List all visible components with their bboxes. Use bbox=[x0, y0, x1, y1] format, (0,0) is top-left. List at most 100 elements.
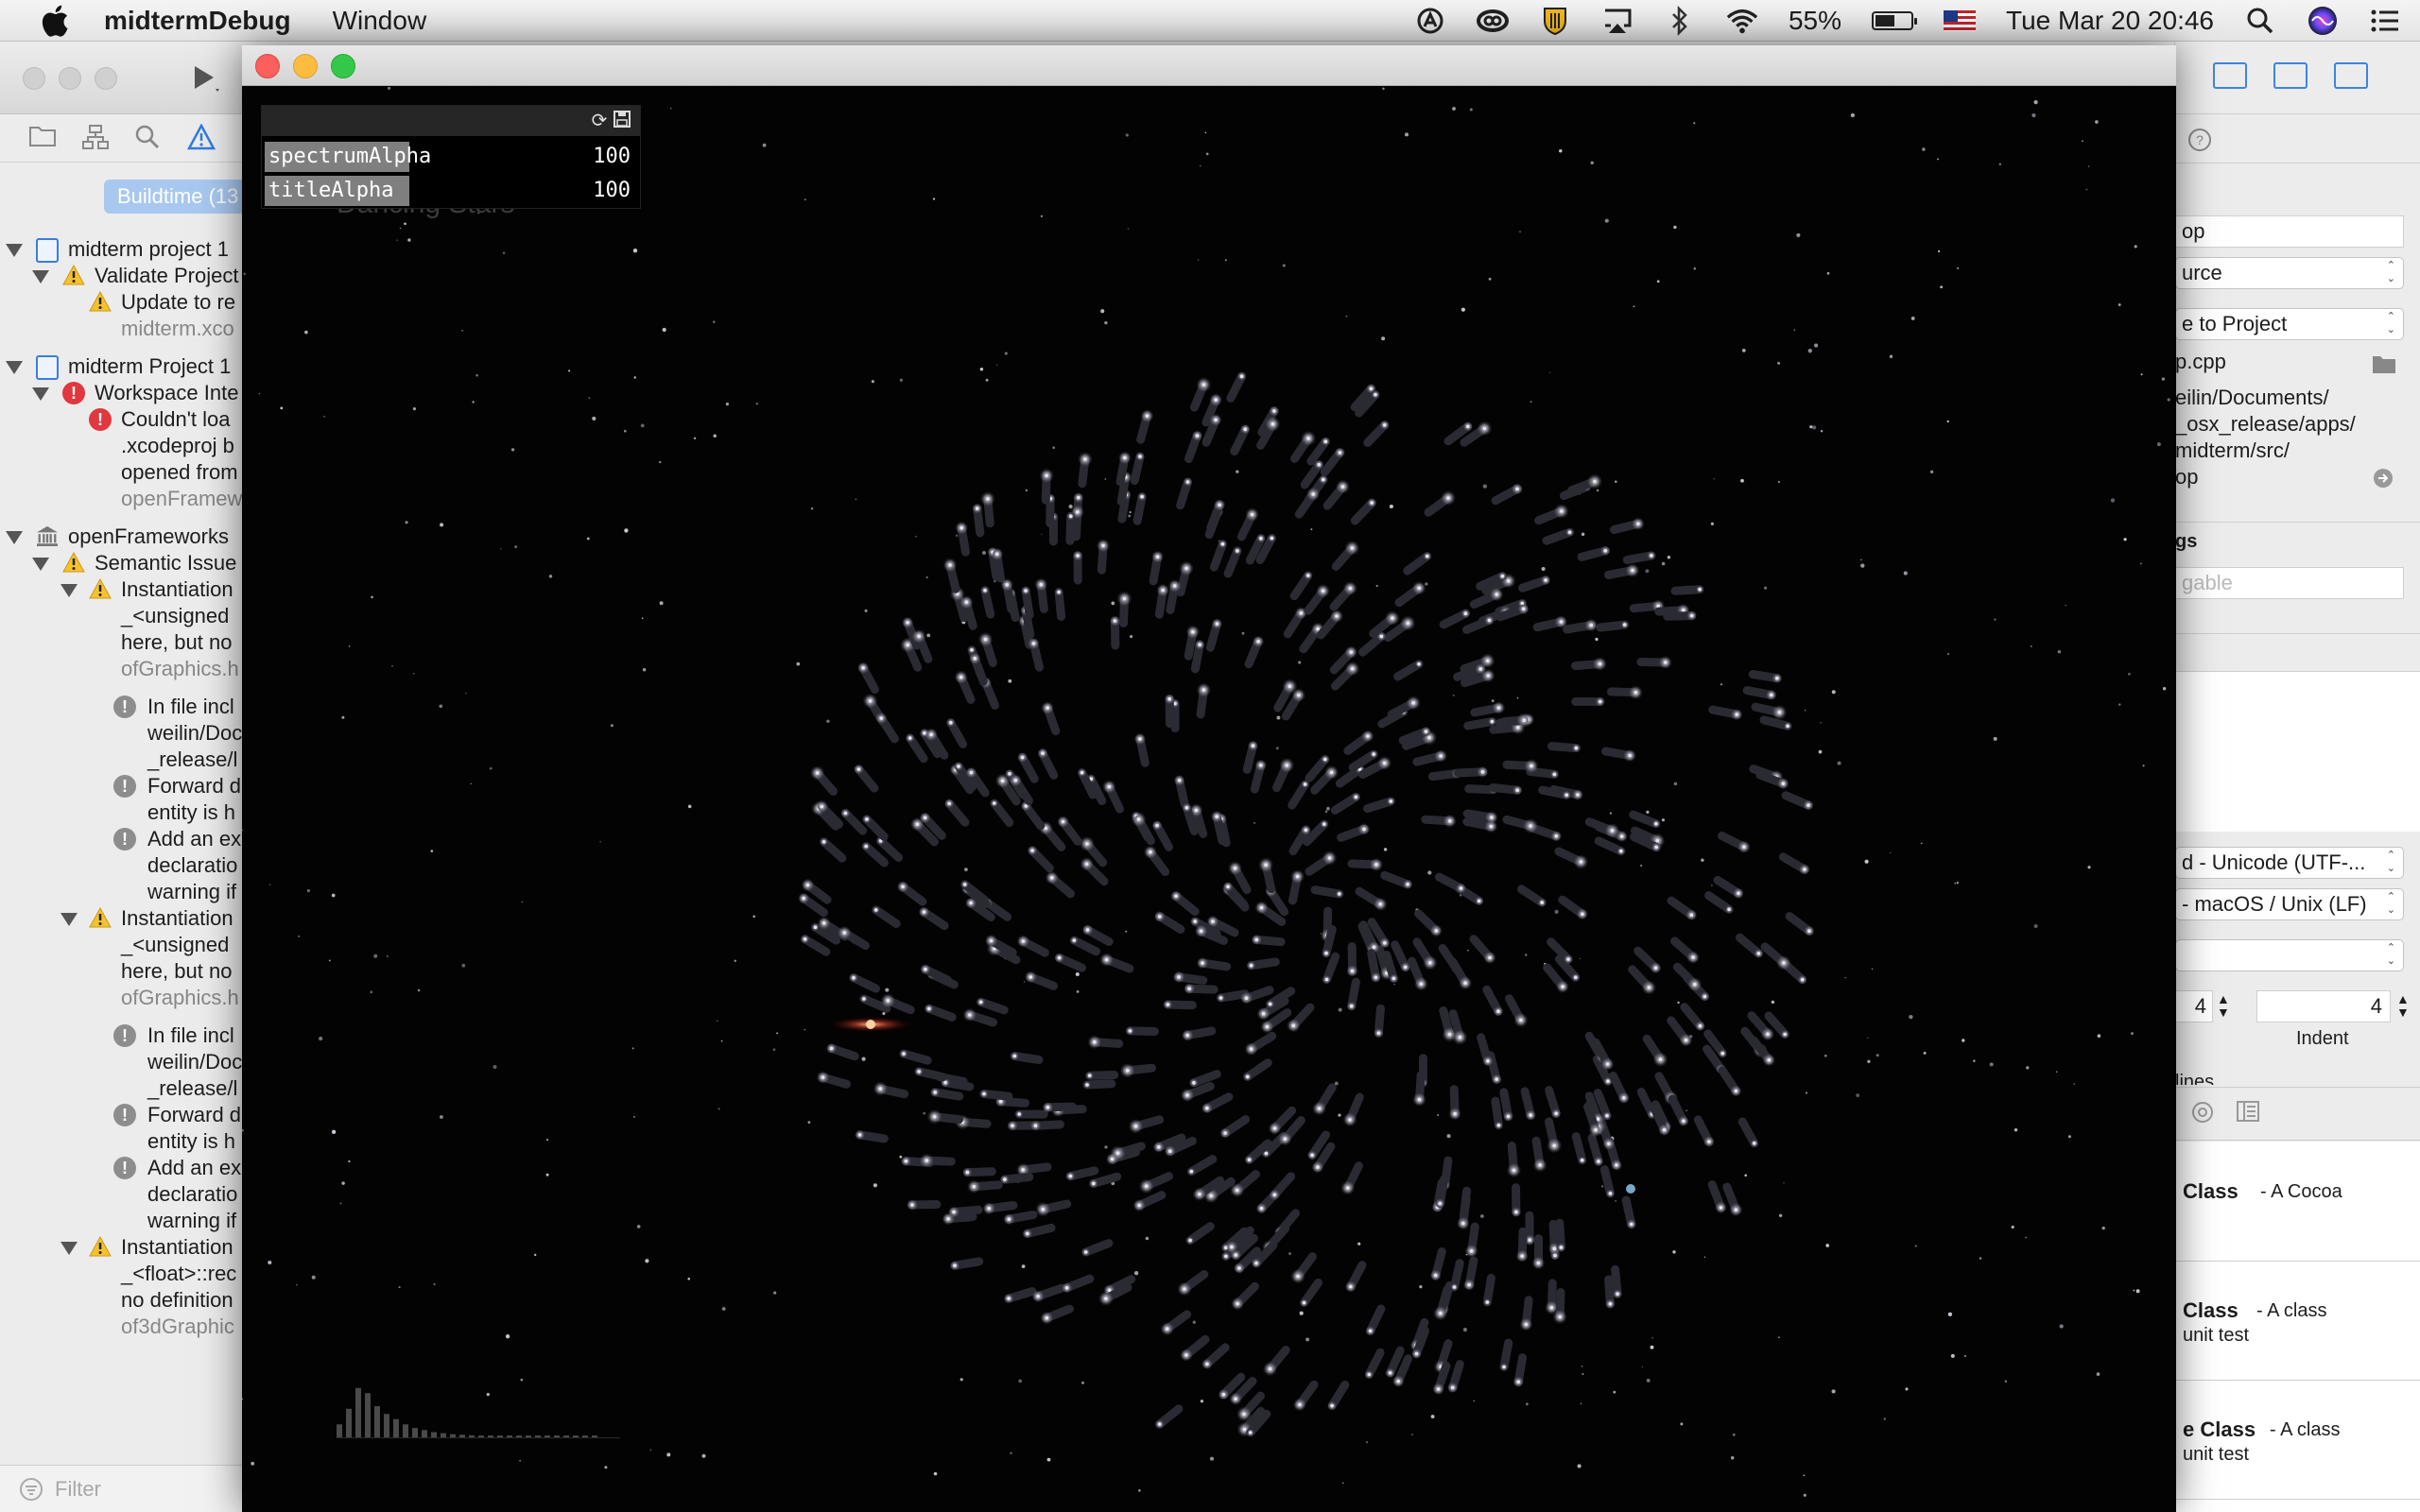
issue-row-text[interactable]: In file incl bbox=[147, 1022, 234, 1049]
indent-width-stepper[interactable]: ▲ ▼ bbox=[2396, 992, 2410, 1019]
reveal-folder-icon[interactable] bbox=[2372, 353, 2396, 374]
issue-row-text[interactable]: entity is h bbox=[147, 799, 235, 826]
issue-row-text[interactable]: _release/l bbox=[147, 747, 237, 773]
issue-row-text[interactable]: entity is h bbox=[147, 1128, 235, 1155]
xcode-close-button[interactable] bbox=[23, 67, 45, 90]
help-icon[interactable]: ? bbox=[2187, 127, 2213, 153]
issue-row-text[interactable]: Semantic Issue bbox=[95, 550, 236, 576]
template-name[interactable]: Class bbox=[2183, 1298, 2238, 1323]
issue-row-text[interactable]: midterm.xco bbox=[121, 316, 234, 342]
issue-row-text[interactable]: _<float>::rec bbox=[121, 1261, 236, 1287]
issue-row-text[interactable]: In file incl bbox=[147, 694, 234, 720]
battery-icon[interactable] bbox=[1872, 11, 1918, 30]
close-button[interactable] bbox=[255, 54, 280, 78]
media-library-icon[interactable] bbox=[2236, 1100, 2260, 1123]
hierarchy-icon[interactable] bbox=[81, 124, 110, 152]
norton-icon[interactable] bbox=[1539, 5, 1571, 37]
issue-row-text[interactable]: declaratio bbox=[147, 1181, 237, 1208]
arrow-circle-icon[interactable] bbox=[2372, 467, 2394, 490]
disclosure-triangle[interactable] bbox=[60, 913, 78, 926]
wifi-icon[interactable] bbox=[1726, 5, 1758, 37]
issue-row-text[interactable]: Forward d bbox=[147, 1102, 241, 1128]
issue-row-text[interactable]: no definition bbox=[121, 1287, 233, 1314]
buildtime-filter-tab[interactable]: Buildtime (13 bbox=[104, 180, 246, 214]
typing-icon[interactable] bbox=[1414, 5, 1446, 37]
issue-row-text[interactable]: Add an ex bbox=[147, 826, 241, 852]
template-name[interactable]: e Class bbox=[2183, 1418, 2256, 1442]
issue-row-text[interactable]: warning if bbox=[147, 1208, 236, 1234]
disclosure-triangle[interactable] bbox=[32, 558, 49, 571]
issue-row-text[interactable]: _release/l bbox=[147, 1075, 237, 1102]
slider-title-alpha[interactable]: titleAlpha 100 bbox=[265, 176, 636, 206]
zoom-button[interactable] bbox=[331, 54, 355, 78]
issue-row-text[interactable]: midterm project 1 bbox=[68, 236, 229, 263]
xcode-minimize-button[interactable] bbox=[59, 67, 81, 90]
navigator-filter[interactable]: Filter bbox=[0, 1465, 242, 1512]
tags-field[interactable]: gable bbox=[2175, 567, 2404, 599]
folder-icon[interactable] bbox=[28, 124, 57, 152]
issue-row-text[interactable]: .xcodeproj b bbox=[121, 433, 234, 459]
navigator-toggle-icon[interactable] bbox=[2213, 62, 2247, 89]
issue-row-text[interactable]: Add an ex bbox=[147, 1155, 241, 1181]
us-flag-icon[interactable] bbox=[1944, 10, 1977, 31]
issue-row-text[interactable]: Update to re bbox=[121, 289, 235, 316]
app-name-menu[interactable]: midtermDebug bbox=[104, 6, 291, 36]
spotlight-icon[interactable] bbox=[2244, 5, 2276, 37]
issue-row-text[interactable]: openFramew bbox=[121, 486, 242, 512]
minimize-button[interactable] bbox=[293, 54, 318, 78]
issue-row-text[interactable]: openFrameworks bbox=[68, 524, 229, 550]
of-canvas[interactable]: Dancing Stars ⟳ spectrumAlpha 100 titleA… bbox=[242, 86, 2176, 1512]
issue-row-text[interactable]: declaratio bbox=[147, 852, 237, 879]
run-button[interactable] bbox=[185, 60, 223, 94]
gui-header[interactable]: ⟳ bbox=[262, 106, 640, 136]
indent-using-popup[interactable] bbox=[2175, 939, 2404, 971]
notification-center-icon[interactable] bbox=[2369, 5, 2401, 37]
issue-row-text[interactable]: weilin/Doc bbox=[147, 720, 242, 747]
issue-row-text[interactable]: Couldn't loa bbox=[121, 406, 231, 433]
issue-row-text[interactable]: of3dGraphic bbox=[121, 1314, 234, 1340]
issue-row-text[interactable]: Instantiation bbox=[121, 905, 233, 932]
menu-window[interactable]: Window bbox=[333, 6, 427, 36]
issue-row-text[interactable]: warning if bbox=[147, 879, 236, 905]
issue-row-text[interactable]: _<unsigned bbox=[121, 603, 229, 629]
object-library-icon[interactable] bbox=[2190, 1100, 2215, 1125]
disclosure-triangle[interactable] bbox=[32, 387, 49, 401]
slider-spectrum-alpha[interactable]: spectrumAlpha 100 bbox=[265, 142, 636, 172]
issue-row-text[interactable]: weilin/Doc bbox=[147, 1049, 242, 1075]
issue-navigator-icon[interactable] bbox=[187, 123, 216, 152]
xcode-zoom-button[interactable] bbox=[95, 67, 117, 90]
disclosure-triangle[interactable] bbox=[60, 1242, 78, 1255]
issue-row-text[interactable]: Workspace Inte bbox=[95, 380, 238, 406]
issue-row-text[interactable]: opened from bbox=[121, 459, 238, 486]
issue-row-text[interactable]: Instantiation bbox=[121, 1234, 233, 1261]
debug-area-toggle-icon[interactable] bbox=[2273, 62, 2308, 89]
template-name[interactable]: Class bbox=[2183, 1179, 2238, 1204]
issue-row-text[interactable]: _<unsigned bbox=[121, 932, 229, 958]
bluetooth-icon[interactable] bbox=[1664, 5, 1696, 37]
creative-cloud-icon[interactable] bbox=[1476, 5, 1509, 37]
identity-name-field[interactable]: op bbox=[2175, 215, 2404, 248]
disclosure-triangle[interactable] bbox=[6, 531, 23, 544]
utilities-toggle-icon[interactable] bbox=[2334, 62, 2368, 89]
tab-width-stepper[interactable]: ▲ ▼ bbox=[2217, 992, 2230, 1019]
find-icon[interactable] bbox=[134, 124, 163, 152]
airplay-icon[interactable] bbox=[1601, 5, 1634, 37]
of-titlebar[interactable] bbox=[242, 45, 2176, 86]
text-encoding-popup[interactable]: d - Unicode (UTF-... bbox=[2175, 847, 2404, 879]
siri-icon[interactable] bbox=[2307, 5, 2339, 37]
issue-row-text[interactable]: here, but no bbox=[121, 958, 232, 985]
file-type-popup[interactable]: urce bbox=[2175, 257, 2404, 289]
line-endings-popup[interactable]: - macOS / Unix (LF) bbox=[2175, 888, 2404, 920]
location-popup[interactable]: e to Project bbox=[2175, 308, 2404, 340]
issue-row-text[interactable]: Instantiation bbox=[121, 576, 233, 603]
clock[interactable]: Tue Mar 20 20:46 bbox=[2006, 6, 2214, 36]
issue-row-text[interactable]: Forward d bbox=[147, 773, 241, 799]
disclosure-triangle[interactable] bbox=[60, 584, 78, 597]
reload-icon[interactable]: ⟳ bbox=[589, 111, 610, 131]
apple-icon[interactable] bbox=[38, 2, 76, 40]
disclosure-triangle[interactable] bbox=[6, 244, 23, 257]
disclosure-triangle[interactable] bbox=[6, 361, 23, 374]
indent-width-field[interactable]: 4 bbox=[2256, 990, 2391, 1022]
issue-row-text[interactable]: ofGraphics.h bbox=[121, 656, 239, 682]
issue-row-text[interactable]: here, but no bbox=[121, 629, 232, 656]
